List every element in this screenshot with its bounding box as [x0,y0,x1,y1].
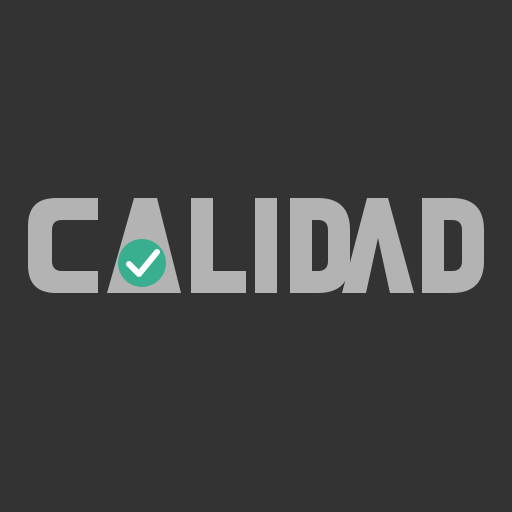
calidad-logo [28,198,484,293]
check-badge-icon [118,239,166,287]
logo-letter-d [290,198,350,293]
app-icon-canvas [0,0,512,512]
logo-letter-a-second [342,198,414,293]
logo-letter-l [191,198,246,293]
logo-letter-i [255,198,277,293]
logo-letter-d-second [422,198,484,293]
logo-letter-c [28,198,98,293]
